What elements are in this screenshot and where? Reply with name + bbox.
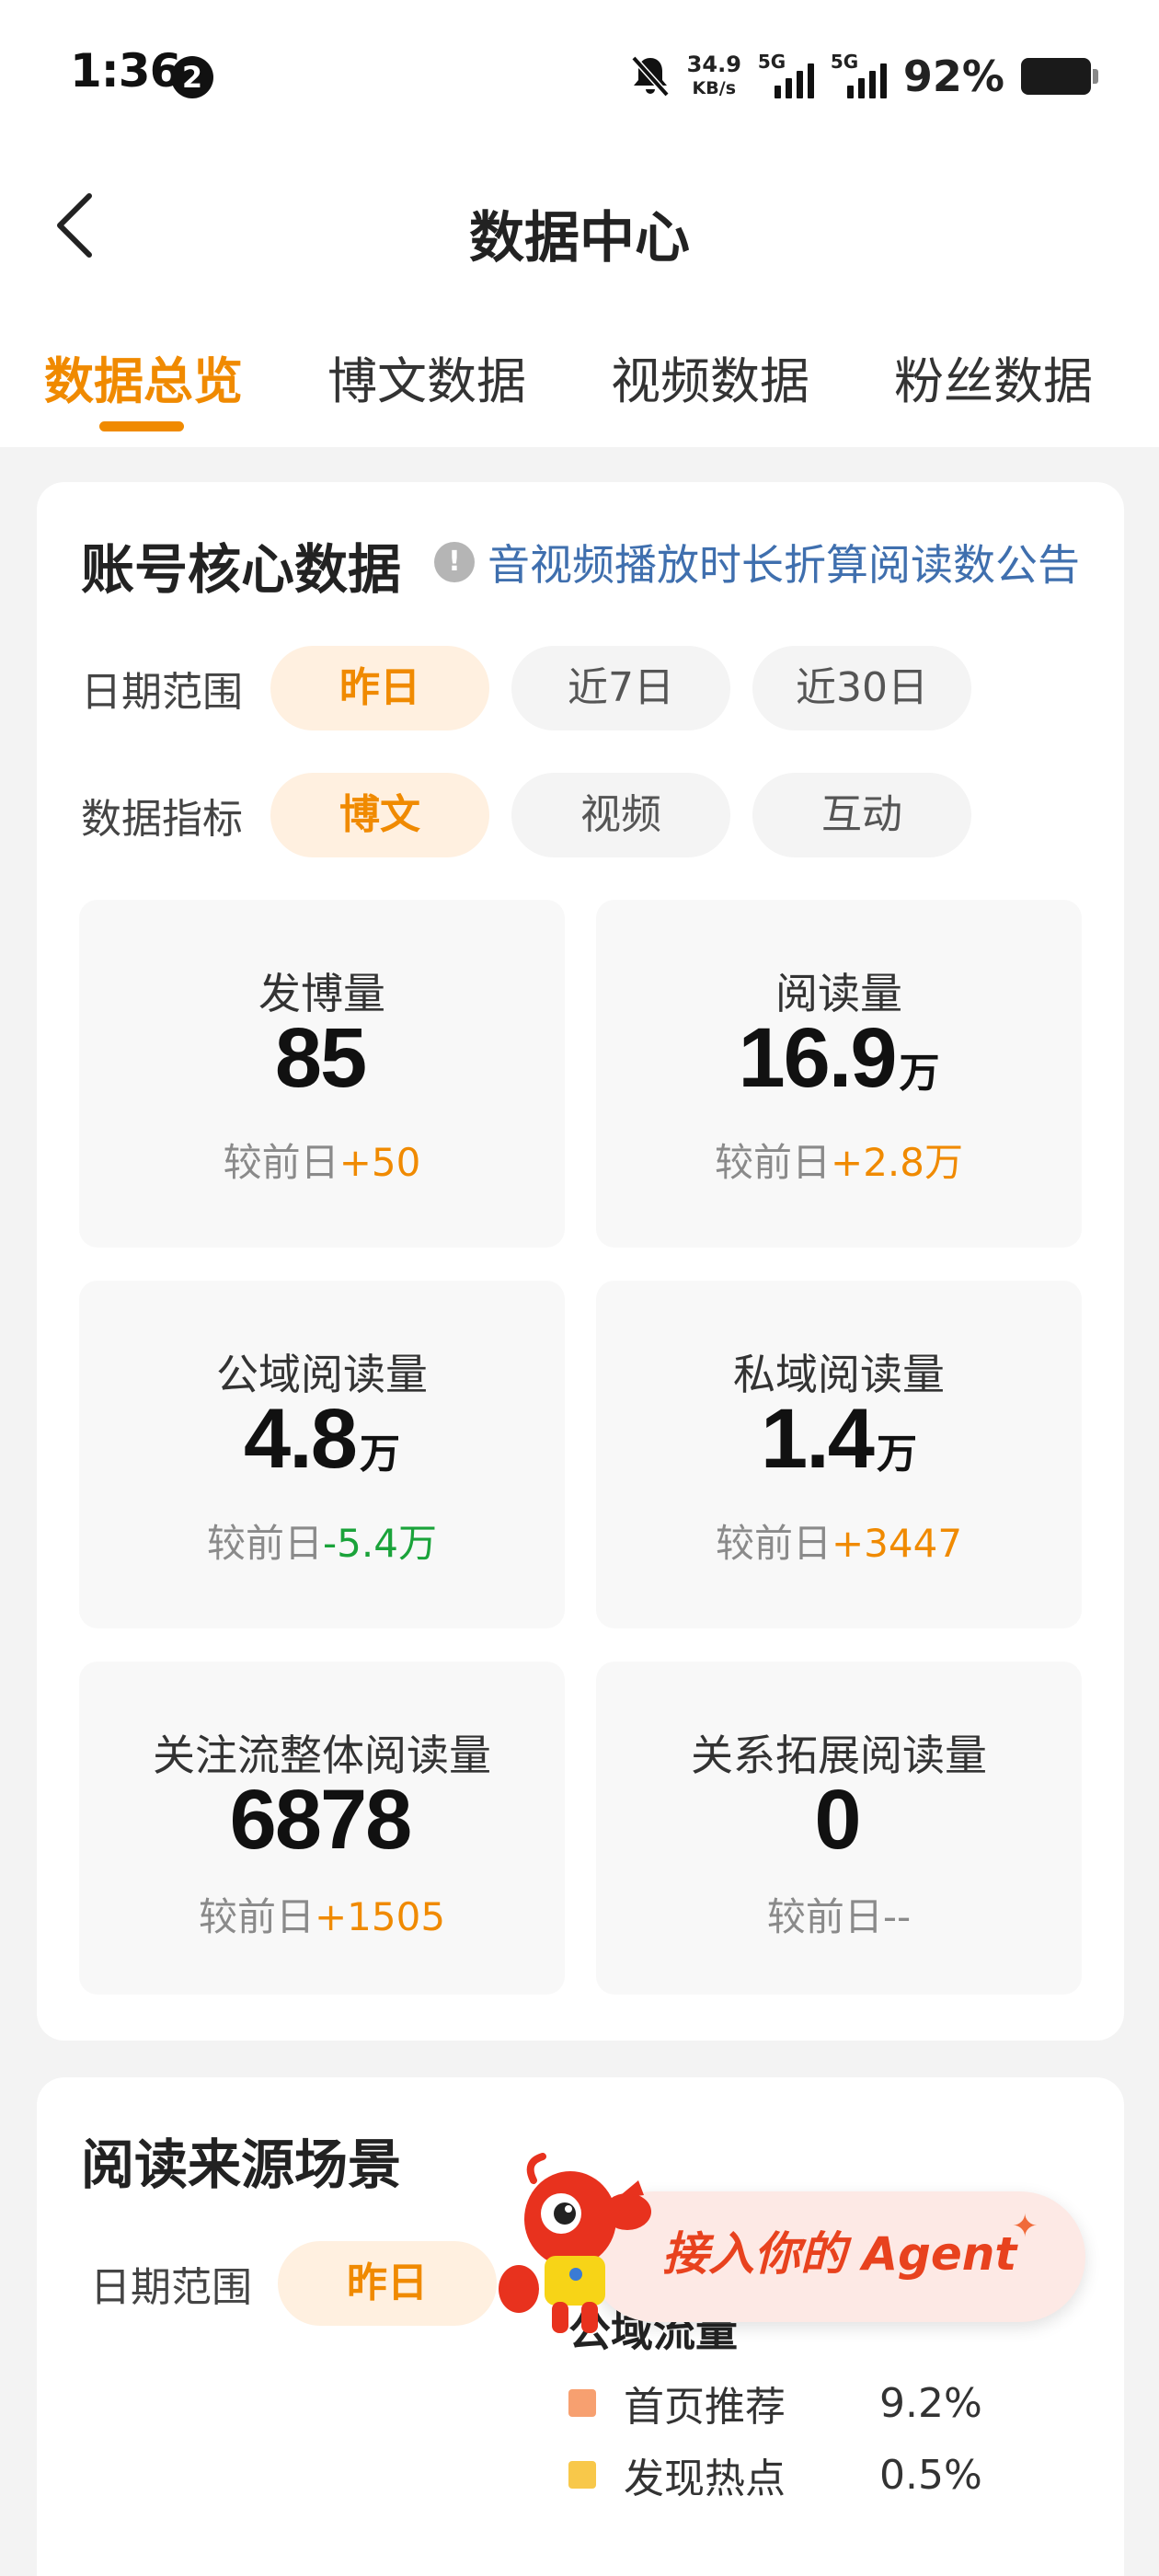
legend-swatch xyxy=(568,2389,596,2417)
metric-compare: 较前日+3447 xyxy=(715,1521,963,1566)
metric-value: 1.4万 xyxy=(761,1392,917,1486)
metric-option-interaction[interactable]: 互动 xyxy=(752,773,971,857)
metric-compare: 较前日-5.4万 xyxy=(207,1521,437,1566)
tab-bar: 数据总览 博文数据 视频数据 粉丝数据 xyxy=(0,340,1159,442)
metric-value: 4.8万 xyxy=(244,1392,400,1486)
network-speed: 34.9 KB/s xyxy=(686,52,741,98)
status-time: 1:36 xyxy=(70,44,181,98)
date-option-yesterday[interactable]: 昨日 xyxy=(270,646,489,730)
date-range-filter: 日期范围 昨日 近7日 近30日 xyxy=(81,646,993,730)
lobster-mascot-icon xyxy=(499,2153,651,2333)
metric-value: 6878 xyxy=(229,1773,413,1867)
battery-percent: 92% xyxy=(902,52,1004,101)
status-indicators: 34.9 KB/s 5G 5G 92% xyxy=(630,46,1098,107)
source-date-label: 日期范围 xyxy=(90,2264,252,2311)
metric-option-video[interactable]: 视频 xyxy=(511,773,730,857)
tab-overview[interactable]: 数据总览 xyxy=(44,340,243,413)
source-date-filter: 日期范围 昨日 xyxy=(90,2241,519,2326)
legend-item: 首页推荐 9.2% xyxy=(568,2374,982,2432)
notification-count-badge: 2 xyxy=(171,56,213,98)
metric-value: 85 xyxy=(274,1011,367,1105)
notice-text: 音视频播放时长折算阅读数公告 xyxy=(488,540,1080,590)
metric-compare: 较前日-- xyxy=(766,1894,912,1939)
metric-card-follow-feed-reads[interactable]: 关注流整体阅读量 6878 较前日+1505 xyxy=(79,1662,565,1995)
page-title: 数据中心 xyxy=(469,206,690,270)
metric-compare: 较前日+2.8万 xyxy=(714,1140,963,1185)
metric-compare: 较前日+1505 xyxy=(198,1894,446,1939)
legend-item: 发现热点 0.5% xyxy=(568,2445,982,2504)
core-data-title: 账号核心数据 xyxy=(81,538,402,601)
active-tab-indicator xyxy=(99,421,184,431)
metric-card-private-reads[interactable]: 私域阅读量 1.4万 较前日+3447 xyxy=(596,1281,1082,1628)
source-date-option-yesterday[interactable]: 昨日 xyxy=(278,2241,497,2326)
status-bar: 1:36 2 34.9 KB/s 5G 5G 92% xyxy=(0,0,1159,156)
mute-bell-icon xyxy=(631,55,670,98)
date-option-30days[interactable]: 近30日 xyxy=(752,646,971,730)
date-range-label: 日期范围 xyxy=(81,669,243,716)
metric-card-reads[interactable]: 阅读量 16.9万 较前日+2.8万 xyxy=(596,900,1082,1248)
metric-value: 16.9万 xyxy=(738,1011,940,1105)
metric-card-public-reads[interactable]: 公域阅读量 4.8万 较前日-5.4万 xyxy=(79,1281,565,1628)
notice-link[interactable]: ! 音视频播放时长折算阅读数公告 xyxy=(434,532,1080,592)
date-option-7days[interactable]: 近7日 xyxy=(511,646,730,730)
tab-video-data[interactable]: 视频数据 xyxy=(611,340,809,413)
metric-type-label: 数据指标 xyxy=(81,796,243,843)
metric-compare: 较前日+50 xyxy=(223,1140,421,1185)
core-data-card: 账号核心数据 ! 音视频播放时长折算阅读数公告 日期范围 昨日 近7日 近30日… xyxy=(37,482,1124,2041)
signal-sim2-icon: 5G xyxy=(831,51,887,98)
metric-type-filter: 数据指标 博文 视频 互动 xyxy=(81,773,993,857)
reading-source-title: 阅读来源场景 xyxy=(81,2133,402,2196)
metric-card-relation-reads[interactable]: 关系拓展阅读量 0 较前日-- xyxy=(596,1662,1082,1995)
tab-post-data[interactable]: 博文数据 xyxy=(327,340,526,413)
sparkle-icon: ✦ xyxy=(1012,2208,1039,2245)
metric-value: 0 xyxy=(814,1773,861,1867)
legend-swatch xyxy=(568,2461,596,2489)
battery-icon xyxy=(1021,58,1098,95)
agent-floating-button[interactable]: 接入你的 Agent ✦ xyxy=(497,2153,1093,2342)
metric-option-post[interactable]: 博文 xyxy=(270,773,489,857)
signal-sim1-icon: 5G xyxy=(758,51,814,98)
metric-card-posts[interactable]: 发博量 85 较前日+50 xyxy=(79,900,565,1248)
info-icon: ! xyxy=(434,542,475,582)
agent-label: 接入你的 Agent xyxy=(662,2227,1017,2281)
tab-fans-data[interactable]: 粉丝数据 xyxy=(894,340,1093,413)
